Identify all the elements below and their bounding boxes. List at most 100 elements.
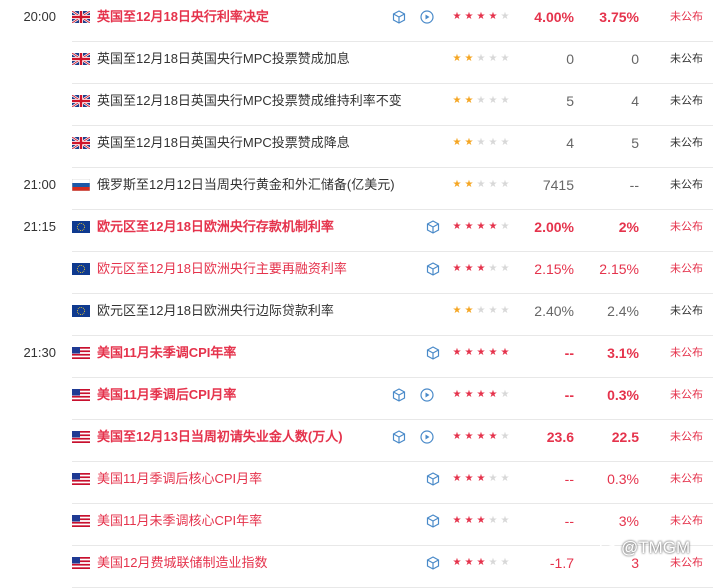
us-flag-icon (72, 347, 90, 359)
status-badge: 未公布 (670, 389, 703, 401)
cube-icon[interactable] (426, 346, 440, 360)
previous-value: 23.6 (546, 429, 574, 445)
forecast-value: 3% (618, 513, 639, 529)
us-flag-icon (72, 515, 90, 527)
star-icon: ★ (452, 389, 462, 400)
event-time (0, 42, 56, 76)
event-time (0, 84, 56, 118)
star-icon: ★ (452, 473, 462, 484)
event-title[interactable]: 俄罗斯至12月12日当周央行黄金和外汇储备(亿美元) (97, 168, 395, 202)
cube-icon[interactable] (426, 514, 440, 528)
star-icon: ★ (476, 557, 486, 568)
play-icon[interactable] (420, 10, 434, 24)
star-icon: ★ (476, 305, 486, 316)
event-title[interactable]: 美国11月季调后核心CPI月率 (97, 462, 262, 496)
event-row[interactable]: 美国11月季调后CPI月率 ★ ★ ★ ★ ★ -- 0.3% 未公布 (0, 378, 713, 420)
forecast-value: 2% (618, 219, 639, 235)
star-icon: ★ (464, 137, 474, 148)
event-row[interactable]: 美国11月季调后核心CPI月率 ★ ★ ★ ★ ★ -- 0.3% 未公布 (0, 462, 713, 504)
status-badge: 未公布 (670, 263, 703, 275)
event-row[interactable]: 21:30 美国11月未季调CPI年率 ★ ★ ★ ★ ★ -- 3.1% 未公布 (0, 336, 713, 378)
event-row[interactable]: 美国至12月13日当周初请失业金人数(万人) ★ ★ ★ ★ ★ 23.6 22.5 未公布 (0, 420, 713, 462)
event-title[interactable]: 英国至12月18日英国央行MPC投票赞成维持利率不变 (97, 84, 402, 118)
star-icon: ★ (452, 53, 462, 64)
cube-icon[interactable] (392, 10, 406, 24)
event-row[interactable]: 英国至12月18日英国央行MPC投票赞成加息 ★ ★ ★ ★ ★ 0 0 未公布 (0, 42, 713, 84)
play-icon[interactable] (420, 430, 434, 444)
event-row[interactable]: 欧元区至12月18日欧洲央行边际贷款利率 ★ ★ ★ ★ ★ 2.40% 2.4% 未公布 (0, 294, 713, 336)
status-badge: 未公布 (670, 137, 703, 149)
star-icon: ★ (464, 347, 474, 358)
event-time (0, 420, 56, 454)
star-icon: ★ (464, 389, 474, 400)
event-row[interactable]: 21:00 俄罗斯至12月12日当周央行黄金和外汇储备(亿美元) ★ ★ ★ ★ ★ 7415… (0, 168, 713, 210)
star-icon: ★ (452, 347, 462, 358)
forecast-value: 2.4% (607, 303, 639, 319)
star-icon: ★ (452, 431, 462, 442)
event-title[interactable]: 美国11月未季调CPI年率 (97, 336, 236, 370)
event-row[interactable]: 英国至12月18日英国央行MPC投票赞成降息 ★ ★ ★ ★ ★ 4 5 未公布 (0, 126, 713, 168)
cube-icon[interactable] (426, 556, 440, 570)
event-title[interactable]: 欧元区至12月18日欧洲央行主要再融资利率 (97, 252, 347, 286)
event-title[interactable]: 英国至12月18日央行利率决定 (97, 0, 269, 34)
previous-value: 0 (566, 51, 574, 67)
event-title[interactable]: 美国11月季调后CPI月率 (97, 378, 236, 412)
event-row[interactable]: 英国至12月18日英国央行MPC投票赞成维持利率不变 ★ ★ ★ ★ ★ 5 4 未公布 (0, 84, 713, 126)
status-badge: 未公布 (670, 473, 703, 485)
star-icon: ★ (476, 221, 486, 232)
star-icon: ★ (476, 347, 486, 358)
event-row[interactable]: 欧元区至12月18日欧洲央行主要再融资利率 ★ ★ ★ ★ ★ 2.15% 2.15% 未公布 (0, 252, 713, 294)
event-title[interactable]: 美国12月费城联储制造业指数 (97, 546, 267, 580)
status-badge: 未公布 (670, 11, 703, 23)
watermark: @TMGM (600, 536, 690, 560)
previous-value: -1.7 (549, 555, 574, 571)
event-time: 21:30 (23, 345, 56, 360)
star-icon: ★ (464, 11, 474, 22)
eu-flag-icon (72, 221, 90, 233)
previous-value: 2.15% (534, 261, 574, 277)
us-flag-icon (72, 557, 90, 569)
star-icon: ★ (464, 473, 474, 484)
forecast-value: 0.3% (607, 387, 639, 403)
event-title[interactable]: 欧元区至12月18日欧洲央行存款机制利率 (97, 210, 334, 244)
cube-icon[interactable] (392, 430, 406, 444)
event-row[interactable]: 20:00 英国至12月18日央行利率决定 ★ ★ ★ ★ ★ 4.00% 3.75% 未公布 (0, 0, 713, 42)
forecast-value: 3.1% (607, 345, 639, 361)
event-title[interactable]: 欧元区至12月18日欧洲央行边际贷款利率 (97, 294, 334, 328)
star-icon: ★ (476, 53, 486, 64)
star-icon: ★ (452, 305, 462, 316)
economic-calendar: 20:00 英国至12月18日央行利率决定 ★ ★ ★ ★ ★ 4.00% 3.75% 未公布 英国… (0, 0, 713, 588)
forecast-value: 22.5 (611, 429, 639, 445)
event-title[interactable]: 英国至12月18日英国央行MPC投票赞成加息 (97, 42, 350, 76)
event-row[interactable]: 21:15 欧元区至12月18日欧洲央行存款机制利率 ★ ★ ★ ★ ★ 2.00% 2% 未公布 (0, 210, 713, 252)
star-icon: ★ (452, 515, 462, 526)
event-time: 21:00 (23, 177, 56, 192)
cube-icon[interactable] (426, 262, 440, 276)
status-badge: 未公布 (670, 179, 703, 191)
forecast-value: 0 (631, 51, 639, 67)
us-flag-icon (72, 473, 90, 485)
cube-icon[interactable] (426, 472, 440, 486)
eu-flag-icon (72, 305, 90, 317)
previous-value: -- (564, 471, 574, 487)
star-icon: ★ (464, 515, 474, 526)
event-title[interactable]: 英国至12月18日英国央行MPC投票赞成降息 (97, 126, 350, 160)
previous-value: 7415 (542, 177, 574, 193)
cube-icon[interactable] (392, 388, 406, 402)
event-time (0, 294, 56, 328)
cube-icon[interactable] (426, 220, 440, 234)
eu-flag-icon (72, 263, 90, 275)
event-time: 21:15 (23, 219, 56, 234)
star-icon: ★ (476, 263, 486, 274)
play-icon[interactable] (420, 388, 434, 402)
event-time (0, 462, 56, 496)
event-time (0, 378, 56, 412)
event-title[interactable]: 美国11月未季调核心CPI年率 (97, 504, 262, 538)
star-icon: ★ (464, 431, 474, 442)
forecast-value: 2.15% (599, 261, 639, 277)
previous-value: 2.40% (534, 303, 574, 319)
event-title[interactable]: 美国至12月13日当周初请失业金人数(万人) (97, 420, 343, 454)
previous-value: 5 (566, 93, 574, 109)
event-time (0, 252, 56, 286)
star-icon: ★ (452, 179, 462, 190)
